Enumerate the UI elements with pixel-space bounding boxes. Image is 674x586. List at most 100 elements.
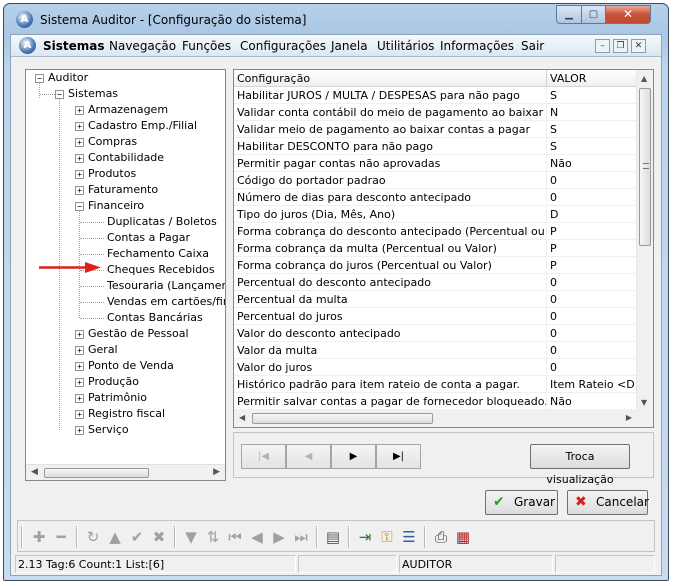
menu-janela[interactable]: Janela	[331, 39, 368, 53]
table-row[interactable]: Validar meio de pagamento ao baixar cont…	[234, 121, 637, 138]
config-key-cell[interactable]: Habilitar JUROS / MULTA / DESPESAS para …	[234, 87, 547, 104]
config-value-cell[interactable]: 0	[547, 325, 637, 342]
table-row[interactable]: Tipo do juros (Dia, Mês, Ano) D	[234, 206, 637, 223]
collapse-financeiro-icon[interactable]: −	[75, 202, 84, 211]
tree-node-gestao-pessoal[interactable]: Gestão de Pessoal	[88, 326, 189, 342]
config-grid[interactable]: Configuração VALOR Habilitar JUROS / MUL…	[233, 69, 654, 428]
config-value-cell[interactable]: P	[547, 223, 637, 240]
tree-node-contas-a-pagar[interactable]: Contas a Pagar	[107, 230, 190, 246]
config-value-cell[interactable]: D	[547, 206, 637, 223]
config-key-cell[interactable]: Habilitar DESCONTO para não pago	[234, 138, 547, 155]
config-value-cell[interactable]: Não	[547, 393, 637, 410]
table-row[interactable]: Percentual da multa 0	[234, 291, 637, 308]
config-key-cell[interactable]: Permitir salvar contas a pagar de fornec…	[234, 393, 547, 410]
tree-node-duplicatas[interactable]: Duplicatas / Boletos	[107, 214, 217, 230]
table-row[interactable]: Código do portador padrao 0	[234, 172, 637, 189]
config-value-cell[interactable]: Não	[547, 155, 637, 172]
config-key-cell[interactable]: Tipo do juros (Dia, Mês, Ano)	[234, 206, 547, 223]
config-key-cell[interactable]: Número de dias para desconto antecipado	[234, 189, 547, 206]
tree-node-faturamento[interactable]: Faturamento	[88, 182, 158, 198]
confirm-icon[interactable]: ✔	[128, 528, 146, 546]
print-icon[interactable]: ⎙	[432, 528, 450, 546]
expand-icon[interactable]: +	[75, 154, 84, 163]
scroll-down-arrow-icon[interactable]: ▼	[641, 398, 647, 407]
tree-node-contas-bancarias[interactable]: Contas Bancárias	[107, 310, 203, 326]
config-key-cell[interactable]: Percentual do desconto antecipado	[234, 274, 547, 291]
scroll-up-arrow-icon[interactable]: ▲	[641, 74, 647, 83]
last-record-button[interactable]: ▶|	[376, 444, 421, 469]
config-value-cell[interactable]: S	[547, 87, 637, 104]
mdi-restore-button[interactable]: ❐	[613, 39, 628, 53]
config-key-cell[interactable]: Forma cobrança do desconto antecipado (P…	[234, 223, 547, 240]
grid-horizontal-scrollbar[interactable]: ◀ ▶	[234, 410, 637, 427]
tree-node-geral[interactable]: Geral	[88, 342, 118, 358]
config-value-cell[interactable]: S	[547, 121, 637, 138]
menu-navegacao[interactable]: Navegação	[109, 39, 176, 53]
config-key-cell[interactable]: Percentual da multa	[234, 291, 547, 308]
menu-sistemas[interactable]: Sistemas	[43, 39, 105, 53]
add-icon[interactable]: ✚	[30, 528, 48, 546]
tree-node-tesouraria[interactable]: Tesouraria (Lançamentos	[107, 278, 225, 294]
column-header-valor[interactable]: VALOR	[547, 70, 637, 87]
expand-icon[interactable]: +	[75, 362, 84, 371]
next-record-button[interactable]: ▶	[331, 444, 376, 469]
tree-node-contabilidade[interactable]: Contabilidade	[88, 150, 164, 166]
tree-node-servico[interactable]: Serviço	[88, 422, 129, 438]
collapse-auditor-icon[interactable]: −	[35, 74, 44, 83]
table-row[interactable]: Validar conta contábil do meio de pagame…	[234, 104, 637, 121]
scroll-thumb[interactable]	[639, 88, 651, 246]
tree-node-vendas-cartoes[interactable]: Vendas em cartões/finar	[107, 294, 225, 310]
config-value-cell[interactable]: P	[547, 240, 637, 257]
prev-record-button[interactable]: ◀	[286, 444, 331, 469]
tree-node-financeiro[interactable]: Financeiro	[88, 198, 144, 214]
tree-node-fechamento-caixa[interactable]: Fechamento Caixa	[107, 246, 209, 262]
scroll-thumb[interactable]	[252, 413, 433, 424]
config-value-cell[interactable]: 0	[547, 308, 637, 325]
menu-sair[interactable]: Sair	[521, 39, 544, 53]
config-key-cell[interactable]: Permitir pagar contas não aprovadas	[234, 155, 547, 172]
menu-funcoes[interactable]: Funções	[182, 39, 231, 53]
document-icon[interactable]: ▤	[324, 528, 342, 546]
lock-icon[interactable]: ⚿	[378, 528, 396, 546]
last-icon[interactable]: ⏭	[292, 528, 310, 546]
config-value-cell[interactable]: Item Rateio <D>	[547, 376, 637, 393]
config-key-cell[interactable]: Valor do juros	[234, 359, 547, 376]
config-key-cell[interactable]: Valor do desconto antecipado	[234, 325, 547, 342]
tree-node-producao[interactable]: Produção	[88, 374, 139, 390]
column-header-configuracao[interactable]: Configuração	[234, 70, 547, 87]
config-value-cell[interactable]: 0	[547, 274, 637, 291]
tree-node-cadastro[interactable]: Cadastro Emp./Filial	[88, 118, 197, 134]
cancelar-button[interactable]: ✖ Cancelar	[567, 490, 649, 515]
config-key-cell[interactable]: Forma cobrança do juros (Percentual ou V…	[234, 257, 547, 274]
menu-configuracoes[interactable]: Configurações	[240, 39, 326, 53]
menu-utilitarios[interactable]: Utilitários	[377, 39, 434, 53]
tree-node-sistemas[interactable]: Sistemas	[68, 86, 118, 102]
table-row[interactable]: Valor do juros 0	[234, 359, 637, 376]
refresh-icon[interactable]: ↻	[84, 528, 102, 546]
config-value-cell[interactable]: N	[547, 104, 637, 121]
sort-icon[interactable]: ⇅	[204, 528, 222, 546]
expand-icon[interactable]: +	[75, 394, 84, 403]
maximize-button[interactable]: ▢	[581, 5, 606, 24]
cancel-icon[interactable]: ✖	[150, 528, 168, 546]
first-icon[interactable]: ⏮	[226, 528, 244, 546]
config-value-cell[interactable]: 0	[547, 342, 637, 359]
config-value-cell[interactable]: S	[547, 138, 637, 155]
first-record-button[interactable]: |◀	[241, 444, 286, 469]
app-menu-icon[interactable]: A	[19, 37, 36, 54]
tree-node-registro-fiscal[interactable]: Registro fiscal	[88, 406, 165, 422]
scroll-right-arrow-icon[interactable]: ▶	[213, 467, 220, 477]
expand-icon[interactable]: +	[75, 106, 84, 115]
edit-up-icon[interactable]: ▲	[106, 528, 124, 546]
tree-node-cheques[interactable]: Cheques Recebidos	[107, 262, 215, 278]
report-icon[interactable]: ▦	[454, 528, 472, 546]
tree-horizontal-scrollbar[interactable]: ◀ ▶	[26, 464, 225, 480]
config-value-cell[interactable]: 0	[547, 172, 637, 189]
table-row[interactable]: Valor da multa 0	[234, 342, 637, 359]
config-value-cell[interactable]: 0	[547, 189, 637, 206]
gravar-button[interactable]: ✔ Gravar	[485, 490, 558, 515]
config-value-cell[interactable]: 0	[547, 359, 637, 376]
filter-icon[interactable]: ▼	[182, 528, 200, 546]
table-row[interactable]: Percentual do desconto antecipado 0	[234, 274, 637, 291]
table-row[interactable]: Forma cobrança do juros (Percentual ou V…	[234, 257, 637, 274]
